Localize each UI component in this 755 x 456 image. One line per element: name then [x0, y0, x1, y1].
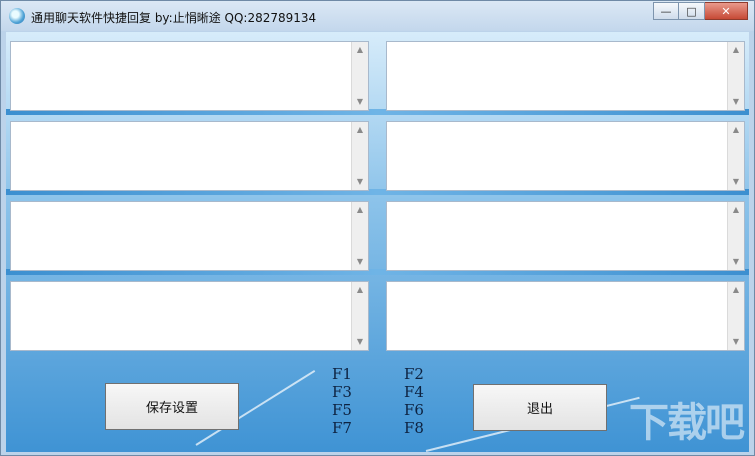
scroll-up-icon[interactable]: ▲ [728, 285, 744, 295]
scroll-up-icon[interactable]: ▲ [728, 45, 744, 55]
reply-textarea-f8[interactable]: ▲ ▼ [386, 281, 745, 351]
reply-textarea-f7[interactable]: ▲ ▼ [10, 281, 369, 351]
scroll-up-icon[interactable]: ▲ [352, 45, 368, 55]
panel-area: ▲ ▼ ▲ ▼ ▲ ▼ ▲ ▼ ▲ ▼ ▲ ▼ ▲ ▼ ▲ ▼ [6, 32, 749, 352]
scroll-down-icon[interactable]: ▼ [728, 337, 744, 347]
title-bar[interactable]: 通用聊天软件快捷回复 by:止悁晰途 QQ:282789134 — □ ✕ [1, 1, 754, 31]
hotkey-label: F8 [404, 419, 424, 437]
hotkey-label: F4 [404, 383, 424, 401]
bottom-bar: 保存设置 退出 F1 F2 F3 F4 F5 F6 F7 F8 下载吧 [6, 352, 749, 452]
app-window: 通用聊天软件快捷回复 by:止悁晰途 QQ:282789134 — □ ✕ ▲ ▼… [0, 0, 755, 456]
scroll-down-icon[interactable]: ▼ [728, 177, 744, 187]
scroll-up-icon[interactable]: ▲ [728, 205, 744, 215]
scrollbar[interactable]: ▲ ▼ [727, 42, 744, 110]
scrollbar[interactable]: ▲ ▼ [351, 42, 368, 110]
scroll-down-icon[interactable]: ▼ [352, 337, 368, 347]
scrollbar[interactable]: ▲ ▼ [351, 282, 368, 350]
reply-textarea-f1[interactable]: ▲ ▼ [10, 41, 369, 111]
scroll-down-icon[interactable]: ▼ [352, 177, 368, 187]
hotkey-label: F5 [332, 401, 352, 419]
hotkey-label: F1 [332, 365, 352, 383]
scrollbar[interactable]: ▲ ▼ [727, 122, 744, 190]
app-icon [9, 8, 25, 24]
scroll-up-icon[interactable]: ▲ [352, 285, 368, 295]
scroll-down-icon[interactable]: ▼ [728, 257, 744, 267]
scroll-up-icon[interactable]: ▲ [728, 125, 744, 135]
close-button[interactable]: ✕ [705, 2, 748, 20]
scroll-down-icon[interactable]: ▼ [352, 257, 368, 267]
window-controls: — □ ✕ [653, 2, 748, 21]
window-title: 通用聊天软件快捷回复 by:止悁晰途 QQ:282789134 [31, 11, 317, 25]
client-area: ▲ ▼ ▲ ▼ ▲ ▼ ▲ ▼ ▲ ▼ ▲ ▼ ▲ ▼ ▲ ▼ 保存设置 退出 … [6, 32, 749, 452]
save-settings-button[interactable]: 保存设置 [105, 383, 239, 430]
reply-textarea-f4[interactable]: ▲ ▼ [386, 121, 745, 191]
reply-textarea-f2[interactable]: ▲ ▼ [386, 41, 745, 111]
scroll-down-icon[interactable]: ▼ [728, 97, 744, 107]
watermark-logo: 下载吧 [629, 400, 745, 446]
reply-textarea-f3[interactable]: ▲ ▼ [10, 121, 369, 191]
hotkey-label: F7 [332, 419, 352, 437]
scroll-down-icon[interactable]: ▼ [352, 97, 368, 107]
scroll-up-icon[interactable]: ▲ [352, 125, 368, 135]
scrollbar[interactable]: ▲ ▼ [351, 202, 368, 270]
scroll-up-icon[interactable]: ▲ [352, 205, 368, 215]
reply-textarea-f5[interactable]: ▲ ▼ [10, 201, 369, 271]
hotkey-label: F3 [332, 383, 352, 401]
reply-textarea-f6[interactable]: ▲ ▼ [386, 201, 745, 271]
exit-button[interactable]: 退出 [473, 384, 607, 431]
minimize-button[interactable]: — [653, 2, 679, 20]
hotkey-label: F2 [404, 365, 424, 383]
hotkey-label: F6 [404, 401, 424, 419]
scrollbar[interactable]: ▲ ▼ [727, 282, 744, 350]
maximize-button[interactable]: □ [679, 2, 705, 20]
scrollbar[interactable]: ▲ ▼ [351, 122, 368, 190]
scrollbar[interactable]: ▲ ▼ [727, 202, 744, 270]
